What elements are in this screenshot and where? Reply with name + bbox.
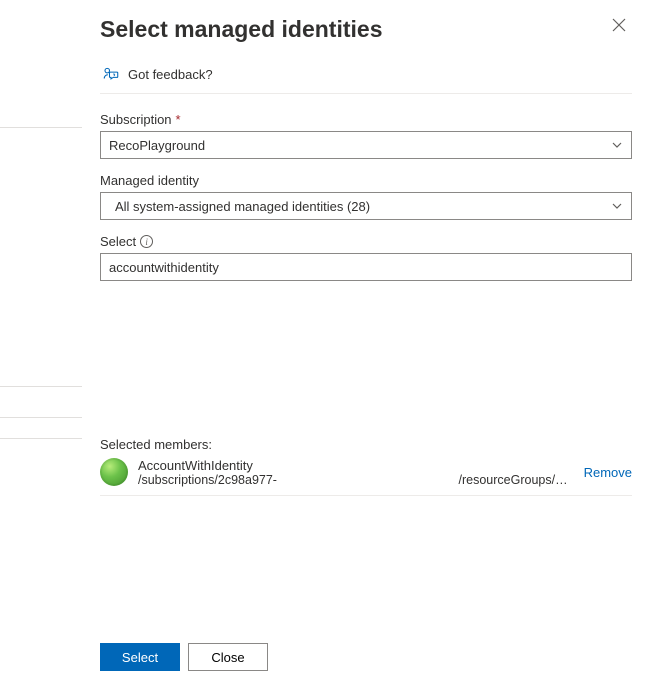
select-button[interactable]: Select bbox=[100, 643, 180, 671]
member-path: /subscriptions/2c98a977- /resourceGroups… bbox=[138, 473, 568, 487]
remove-link[interactable]: Remove bbox=[584, 465, 632, 480]
feedback-icon bbox=[102, 65, 120, 83]
subscription-select[interactable]: RecoPlayground bbox=[100, 131, 632, 159]
chevron-down-icon bbox=[611, 139, 623, 151]
panel-footer: Select Close bbox=[100, 629, 632, 671]
panel-header: Select managed identities bbox=[100, 12, 632, 53]
select-input[interactable] bbox=[100, 253, 632, 281]
managed-identity-select[interactable]: All system-assigned managed identities (… bbox=[100, 192, 632, 220]
member-name: AccountWithIdentity bbox=[138, 458, 568, 473]
select-label: Select i bbox=[100, 234, 632, 249]
close-icon[interactable] bbox=[606, 12, 632, 38]
subscription-field: Subscription* RecoPlayground bbox=[100, 112, 632, 159]
select-managed-identities-panel: Select managed identities Got feedback? … bbox=[82, 0, 650, 685]
feedback-label: Got feedback? bbox=[128, 67, 213, 82]
selected-members-section: Selected members: AccountWithIdentity /s… bbox=[100, 437, 632, 496]
background-ribbon bbox=[0, 0, 82, 685]
chevron-down-icon bbox=[611, 200, 623, 212]
member-text: AccountWithIdentity /subscriptions/2c98a… bbox=[138, 458, 568, 487]
identity-icon bbox=[100, 458, 128, 486]
subscription-value: RecoPlayground bbox=[109, 138, 205, 153]
managed-identity-label: Managed identity bbox=[100, 173, 632, 188]
managed-identity-value: All system-assigned managed identities (… bbox=[115, 199, 370, 214]
selected-members-heading: Selected members: bbox=[100, 437, 632, 452]
select-field: Select i bbox=[100, 234, 632, 281]
panel-title: Select managed identities bbox=[100, 16, 382, 43]
required-asterisk: * bbox=[176, 112, 181, 127]
subscription-label: Subscription* bbox=[100, 112, 632, 127]
list-item: AccountWithIdentity /subscriptions/2c98a… bbox=[100, 458, 632, 496]
managed-identity-field: Managed identity All system-assigned man… bbox=[100, 173, 632, 220]
feedback-link[interactable]: Got feedback? bbox=[100, 53, 632, 94]
info-icon[interactable]: i bbox=[140, 235, 153, 248]
close-button[interactable]: Close bbox=[188, 643, 268, 671]
